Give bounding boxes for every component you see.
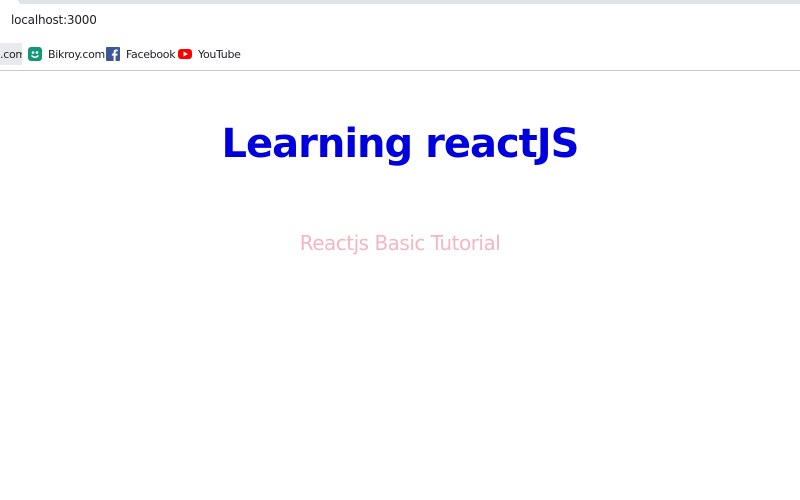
address-bar[interactable]: localhost:3000 bbox=[0, 8, 800, 34]
facebook-icon bbox=[106, 47, 120, 61]
youtube-icon bbox=[178, 47, 192, 61]
page-content: Learning reactJS Reactjs Basic Tutorial bbox=[0, 71, 800, 500]
bookmark-label: Bikroy.com bbox=[48, 47, 105, 61]
bookmarks-bar: .com Bikroy.com Facebook YouTube bbox=[0, 40, 800, 68]
url-text[interactable]: localhost:3000 bbox=[11, 13, 97, 27]
page-subtitle: Reactjs Basic Tutorial bbox=[299, 231, 501, 255]
page-title: Learning reactJS bbox=[221, 121, 580, 167]
browser-chrome: localhost:3000 .com Bikroy.com Facebook … bbox=[0, 0, 800, 71]
bookmark-facebook[interactable]: Facebook bbox=[106, 43, 176, 65]
bikroy-icon bbox=[28, 47, 42, 61]
bookmark-label: YouTube bbox=[198, 47, 241, 61]
tab-strip-edge bbox=[18, 0, 800, 4]
bookmark-youtube[interactable]: YouTube bbox=[178, 43, 241, 65]
bookmark-bikroy[interactable]: Bikroy.com bbox=[28, 43, 105, 65]
bookmark-label: .com bbox=[0, 47, 22, 61]
bookmark-partial[interactable]: .com bbox=[0, 43, 22, 65]
bookmark-label: Facebook bbox=[126, 47, 176, 61]
